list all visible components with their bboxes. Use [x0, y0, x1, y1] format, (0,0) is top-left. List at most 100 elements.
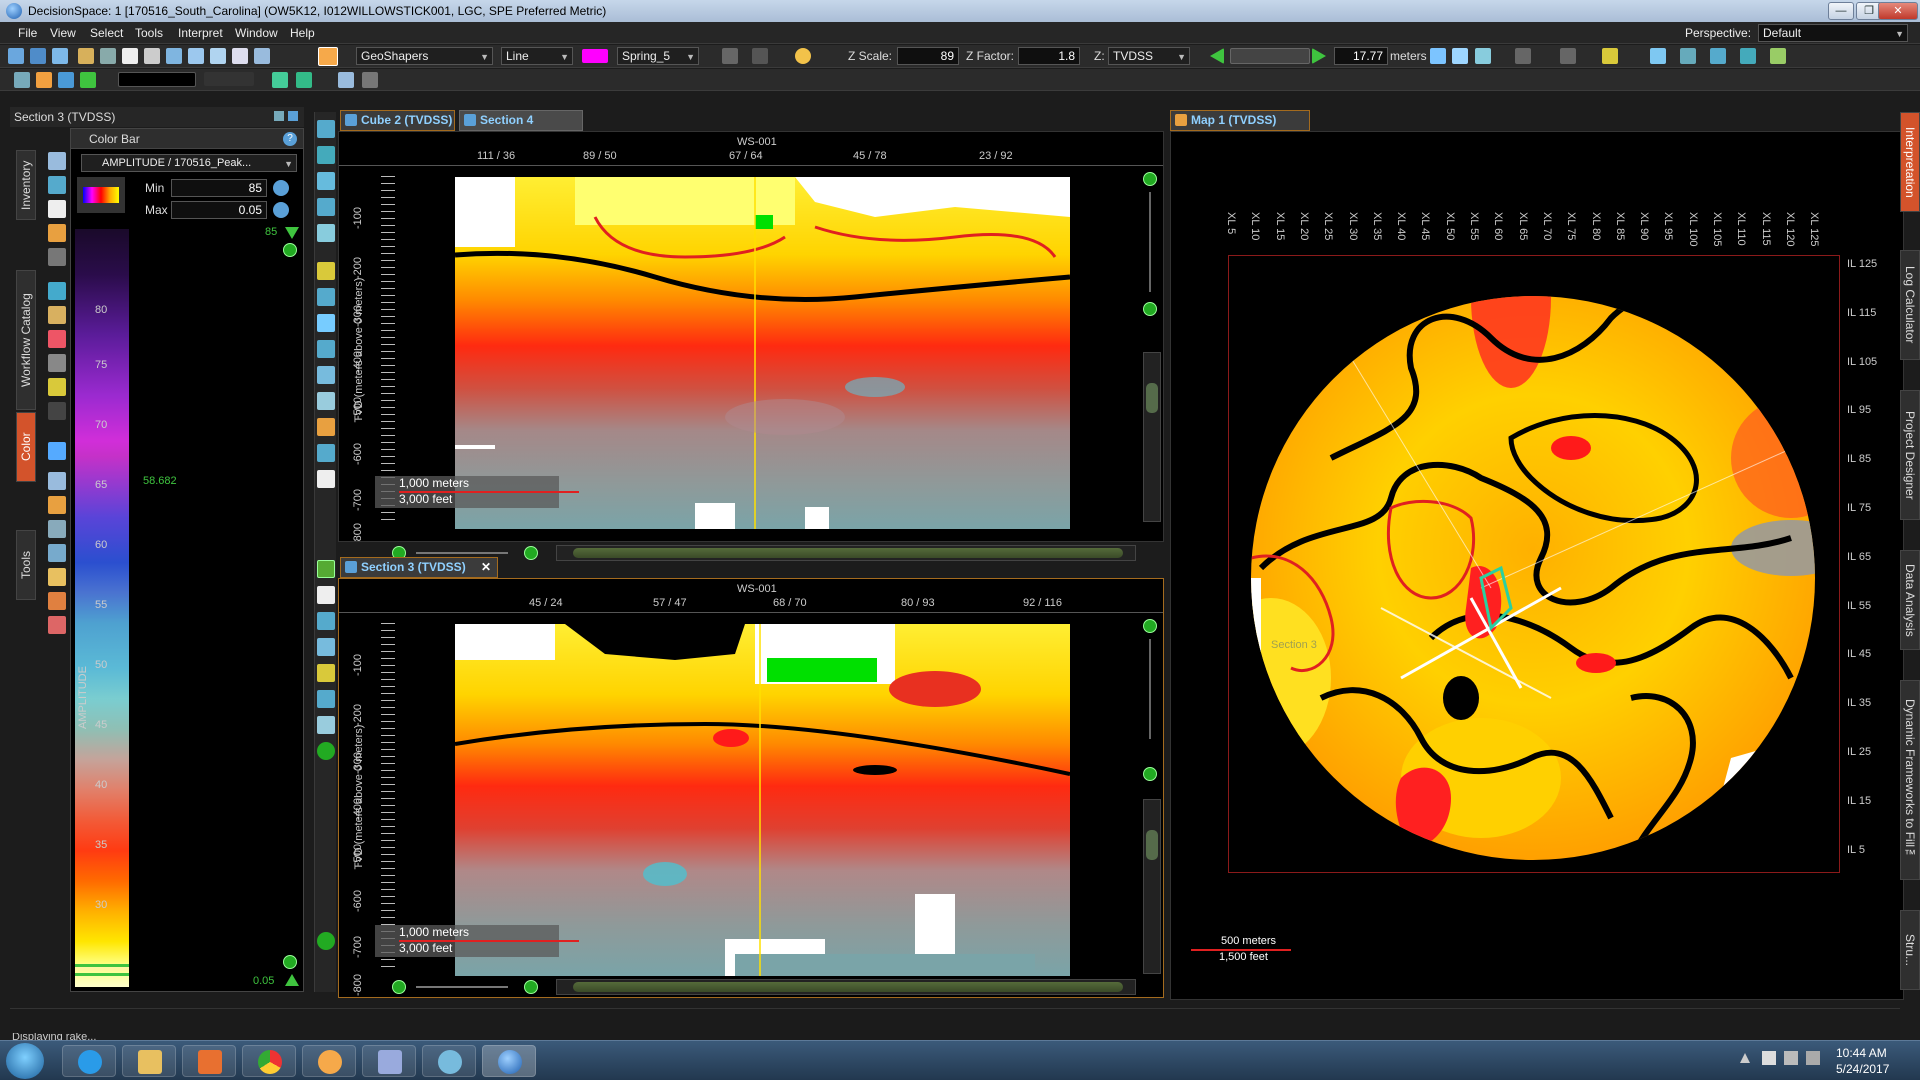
taskbar-decisionspace[interactable] [482, 1045, 536, 1077]
geoshapers-select[interactable]: GeoShapers ▼ [356, 47, 493, 65]
view-3d-icon[interactable] [166, 48, 182, 64]
new-icon[interactable] [8, 48, 24, 64]
tab-map-1[interactable]: Map 1 (TVDSS) [1170, 110, 1310, 131]
sync-icon[interactable] [48, 176, 66, 194]
tool-remove-icon[interactable] [317, 932, 335, 950]
animation-slider[interactable] [1230, 48, 1310, 64]
window-cascade-icon[interactable] [1710, 48, 1726, 64]
tab-interpretation[interactable]: Interpretation [1900, 112, 1920, 212]
taskbar-app-orange[interactable] [302, 1045, 356, 1077]
taskbar-chrome[interactable] [242, 1045, 296, 1077]
zoom-out-icon[interactable] [283, 955, 297, 969]
tab-section-3[interactable]: Section 3 (TVDSS) ✕ [340, 557, 498, 578]
layer-2-icon[interactable] [48, 496, 66, 514]
lock-icon[interactable] [48, 402, 66, 420]
taskbar-paint[interactable] [422, 1045, 476, 1077]
layout-icon[interactable] [100, 48, 116, 64]
section3-view[interactable]: WS-001 45 / 24 57 / 47 68 / 70 80 / 93 9… [338, 578, 1164, 998]
menu-tools[interactable]: Tools [135, 26, 163, 40]
list-icon[interactable] [362, 72, 378, 88]
tool-box-icon[interactable] [317, 612, 335, 630]
tool-add-icon[interactable] [317, 742, 335, 760]
grid-icon[interactable] [272, 72, 288, 88]
horizon-icon[interactable] [58, 72, 74, 88]
layer-6-icon[interactable] [48, 592, 66, 610]
lighting-icon[interactable] [795, 48, 811, 64]
clock-time[interactable]: 10:44 AM [1836, 1046, 1887, 1060]
panel-minimize-icon[interactable] [288, 111, 298, 121]
tab-section-4[interactable]: Section 4 (TVDSS) [459, 110, 583, 146]
view-zoom-slider[interactable] [1149, 639, 1151, 739]
h-zoom-in-icon[interactable] [524, 980, 538, 994]
tool-pencil-icon[interactable] [317, 664, 335, 682]
perspective-select[interactable]: Default ▼ [1758, 24, 1908, 42]
panel-pin-icon[interactable] [274, 111, 284, 121]
taskbar-explorer[interactable] [122, 1045, 176, 1077]
tool-erase-icon[interactable] [317, 470, 335, 488]
tab-log-calculator[interactable]: Log Calculator [1900, 250, 1920, 360]
cursor-icon[interactable] [144, 48, 160, 64]
vertical-scrollbar[interactable] [1143, 799, 1161, 974]
menu-window[interactable]: Window [235, 26, 278, 40]
layer-1-icon[interactable] [48, 472, 66, 490]
open-icon[interactable] [30, 48, 46, 64]
tray-network-icon[interactable] [1784, 1051, 1798, 1065]
tab-cube-2[interactable]: Cube 2 (TVDSS) [340, 110, 455, 131]
section-view-icon[interactable] [210, 48, 226, 64]
menu-view[interactable]: View [50, 26, 76, 40]
bottom-handle-icon[interactable] [285, 974, 299, 986]
node-icon[interactable] [48, 378, 66, 396]
screenshot-icon[interactable] [254, 48, 270, 64]
save-icon[interactable] [52, 48, 68, 64]
window-tile-icon[interactable] [1650, 48, 1666, 64]
tool-layer-icon[interactable] [317, 392, 335, 410]
view-zoom-in-icon[interactable] [1143, 619, 1157, 633]
pan-icon[interactable] [1475, 48, 1491, 64]
flag-icon[interactable] [1560, 48, 1576, 64]
z-factor-input[interactable]: 1.8 [1018, 47, 1080, 65]
tab-project-designer[interactable]: Project Designer [1900, 390, 1920, 520]
print-icon[interactable] [232, 48, 248, 64]
window-sync-icon[interactable] [1770, 48, 1786, 64]
tab-inventory[interactable]: Inventory [16, 150, 36, 220]
axis-icon[interactable] [296, 72, 312, 88]
window-new-icon[interactable] [1680, 48, 1696, 64]
tool-line-icon[interactable] [317, 716, 335, 734]
pencil-icon[interactable] [318, 47, 338, 66]
tab-structure[interactable]: Stru... [1900, 910, 1920, 990]
z-scale-input[interactable]: 89 [897, 47, 959, 65]
section3-seismic-image[interactable] [455, 624, 1070, 976]
tool-zoom-icon[interactable] [317, 146, 335, 164]
picker-icon[interactable] [48, 330, 66, 348]
z-domain-select[interactable]: TVDSS ▼ [1108, 47, 1190, 65]
refresh-icon[interactable] [48, 152, 66, 170]
tool-link-icon[interactable] [317, 560, 335, 578]
window-split-icon[interactable] [1740, 48, 1756, 64]
tool-trace-icon[interactable] [317, 366, 335, 384]
max-reset-icon[interactable] [273, 202, 289, 218]
horizontal-scrollbar[interactable] [556, 545, 1136, 561]
tool-arrow-icon[interactable] [317, 314, 335, 332]
cube2-view[interactable]: WS-001 111 / 36 89 / 50 67 / 64 45 / 78 … [338, 131, 1164, 542]
h-zoom-in-icon[interactable] [524, 546, 538, 560]
tool-pan-icon[interactable] [317, 224, 335, 242]
ruler-icon[interactable] [1430, 48, 1446, 64]
tab-dynamic-frameworks[interactable]: Dynamic Frameworks to Fill™ [1900, 680, 1920, 880]
bookmark-icon[interactable] [1515, 48, 1531, 64]
tab-close-icon[interactable]: ✕ [481, 558, 491, 577]
view-zoom-slider[interactable] [1149, 192, 1151, 292]
well-icon[interactable] [36, 72, 52, 88]
fault-icon[interactable] [80, 72, 96, 88]
layers-icon[interactable] [338, 72, 354, 88]
tool-fault-icon[interactable] [317, 444, 335, 462]
layer-3-icon[interactable] [48, 520, 66, 538]
menu-help[interactable]: Help [290, 26, 315, 40]
tool-select-icon[interactable] [317, 120, 335, 138]
tab-tools[interactable]: Tools [16, 530, 36, 600]
tool-cube-icon[interactable] [317, 638, 335, 656]
tool-rotate-icon[interactable] [317, 198, 335, 216]
tool-pick-icon[interactable] [317, 262, 335, 280]
attribute-select[interactable]: AMPLITUDE / 170516_Peak... ▼ [81, 154, 297, 172]
tool-measure-icon[interactable] [317, 288, 335, 306]
help-icon[interactable]: ? [283, 132, 297, 146]
